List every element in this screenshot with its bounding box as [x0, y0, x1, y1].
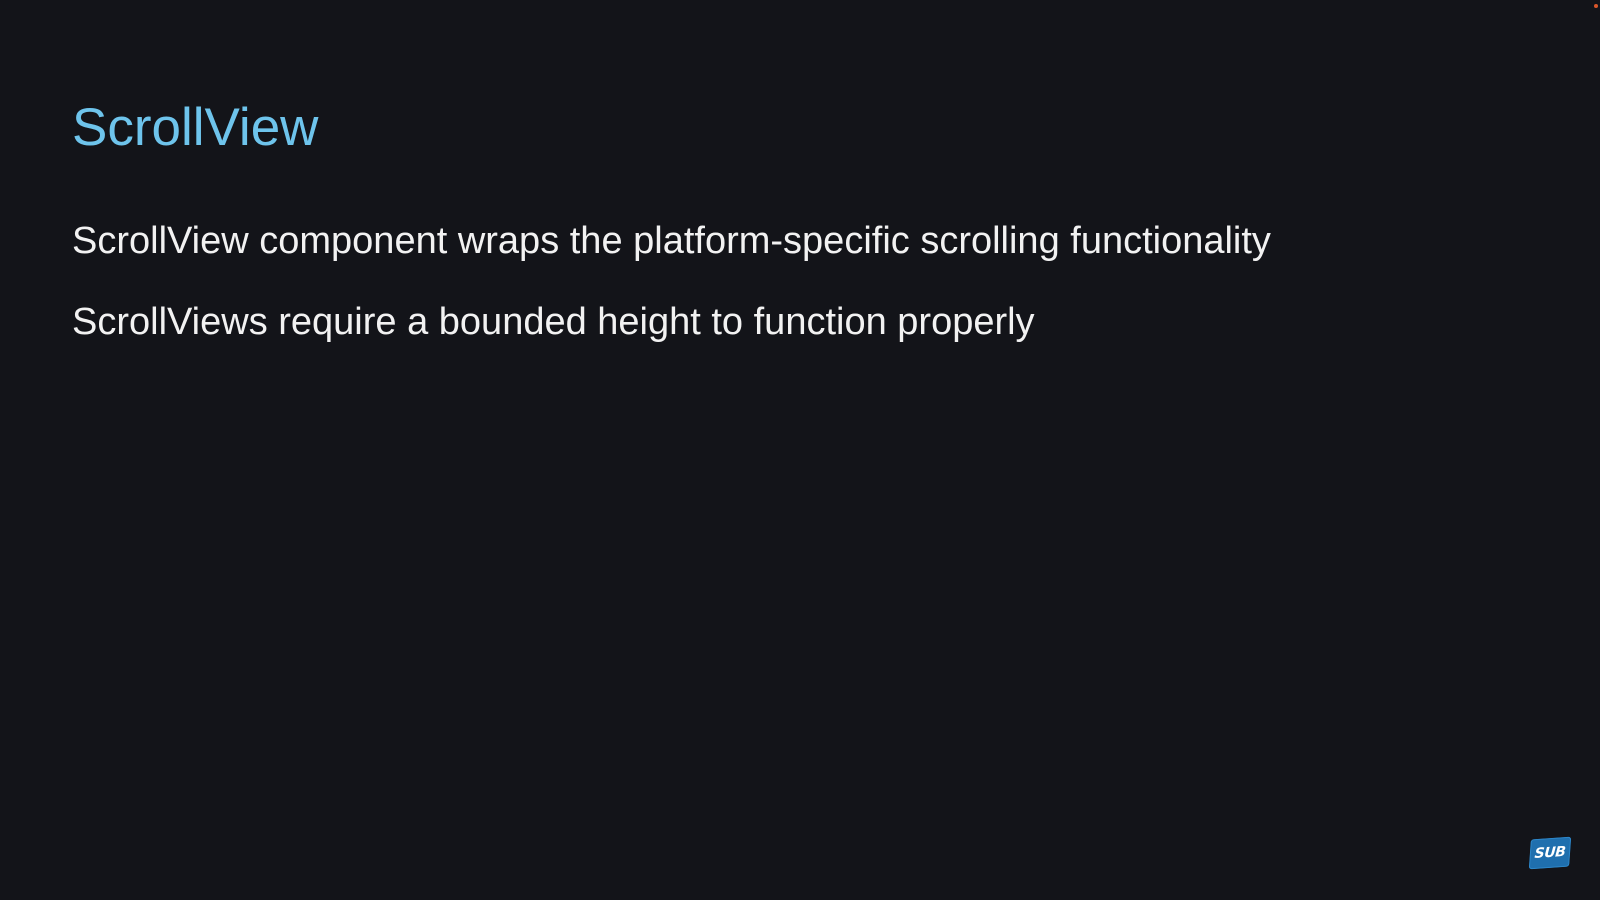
- subscribe-badge-label: SUB: [1534, 843, 1566, 863]
- slide-title: ScrollView: [72, 98, 319, 157]
- corner-indicator-dot: [1594, 4, 1598, 8]
- presentation-slide: ScrollView ScrollView component wraps th…: [0, 0, 1600, 900]
- bullet-point: ScrollView component wraps the platform-…: [72, 220, 1271, 262]
- subscribe-badge-icon[interactable]: SUB: [1528, 836, 1572, 870]
- bullet-point: ScrollViews require a bounded height to …: [72, 301, 1035, 343]
- slide-bullet-list: ScrollView component wraps the platform-…: [72, 218, 1271, 380]
